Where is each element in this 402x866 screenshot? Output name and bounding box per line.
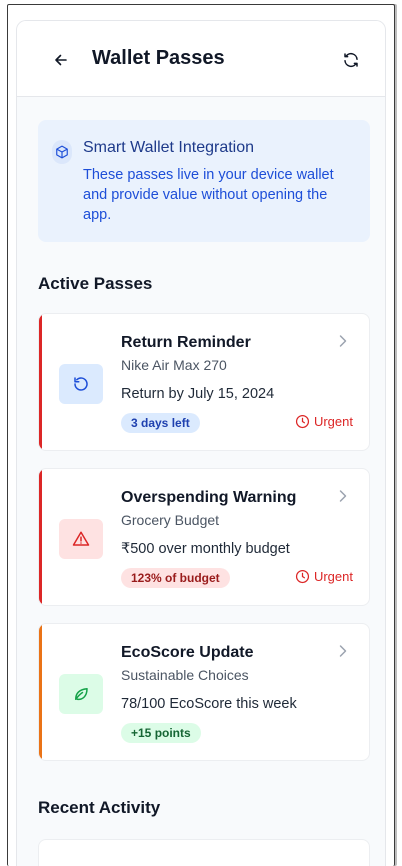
pass-icon-wrap (59, 519, 103, 559)
pass-title: EcoScore Update (121, 644, 254, 661)
pass-detail: ₹500 over monthly budget (121, 541, 290, 557)
clock-icon (295, 569, 310, 584)
info-title: Smart Wallet Integration (83, 139, 255, 156)
chevron-right-icon (339, 645, 347, 657)
pass-title: Return Reminder (121, 334, 251, 351)
pass-badge: +15 points (121, 723, 201, 743)
pass-icon-wrap (59, 674, 103, 714)
arrow-left-icon (55, 54, 67, 66)
pass-accent (39, 469, 42, 605)
chevron-right-icon (339, 490, 347, 502)
pass-title: Overspending Warning (121, 489, 297, 506)
pass-accent (39, 314, 42, 450)
urgent-indicator: Urgent (295, 414, 353, 429)
recent-activity-card[interactable] (38, 839, 370, 866)
recent-activity-heading: Recent Activity (38, 798, 161, 817)
clock-icon (295, 414, 310, 429)
urgent-indicator: Urgent (295, 569, 353, 584)
pass-accent (39, 624, 42, 760)
refresh-button[interactable] (339, 48, 363, 72)
smart-wallet-info-card: Smart Wallet Integration These passes li… (38, 120, 370, 242)
app-header: Wallet Passes (17, 21, 385, 97)
pass-subtitle: Grocery Budget (121, 512, 220, 528)
info-description: These passes live in your device wallet … (83, 167, 334, 223)
info-icon-wrap (52, 140, 72, 164)
urgent-label: Urgent (313, 414, 353, 429)
package-icon (56, 145, 68, 159)
pass-badge: 123% of budget (121, 568, 230, 588)
urgent-label: Urgent (313, 569, 353, 584)
pass-detail: Return by July 15, 2024 (121, 386, 275, 402)
page-title: Wallet Passes (92, 47, 225, 69)
pass-card-return-reminder[interactable]: Return Reminder Nike Air Max 270 Return … (38, 313, 370, 451)
alert-triangle-icon (72, 531, 90, 546)
rotate-ccw-icon (74, 377, 88, 391)
pass-icon-wrap (59, 364, 103, 404)
refresh-icon (344, 52, 358, 68)
pass-badge: 3 days left (121, 413, 200, 433)
app-screen: Wallet Passes Smart Wallet Integration T… (16, 20, 386, 866)
pass-subtitle: Sustainable Choices (121, 667, 249, 683)
chevron-right-icon (339, 335, 347, 347)
pass-subtitle: Nike Air Max 270 (121, 357, 227, 373)
back-button[interactable] (49, 48, 73, 72)
pass-detail: 78/100 EcoScore this week (121, 696, 297, 712)
leaf-icon (75, 688, 88, 701)
active-passes-heading: Active Passes (38, 274, 153, 293)
pass-card-ecoscore-update[interactable]: EcoScore Update Sustainable Choices 78/1… (38, 623, 370, 761)
pass-card-overspending-warning[interactable]: Overspending Warning Grocery Budget ₹500… (38, 468, 370, 606)
